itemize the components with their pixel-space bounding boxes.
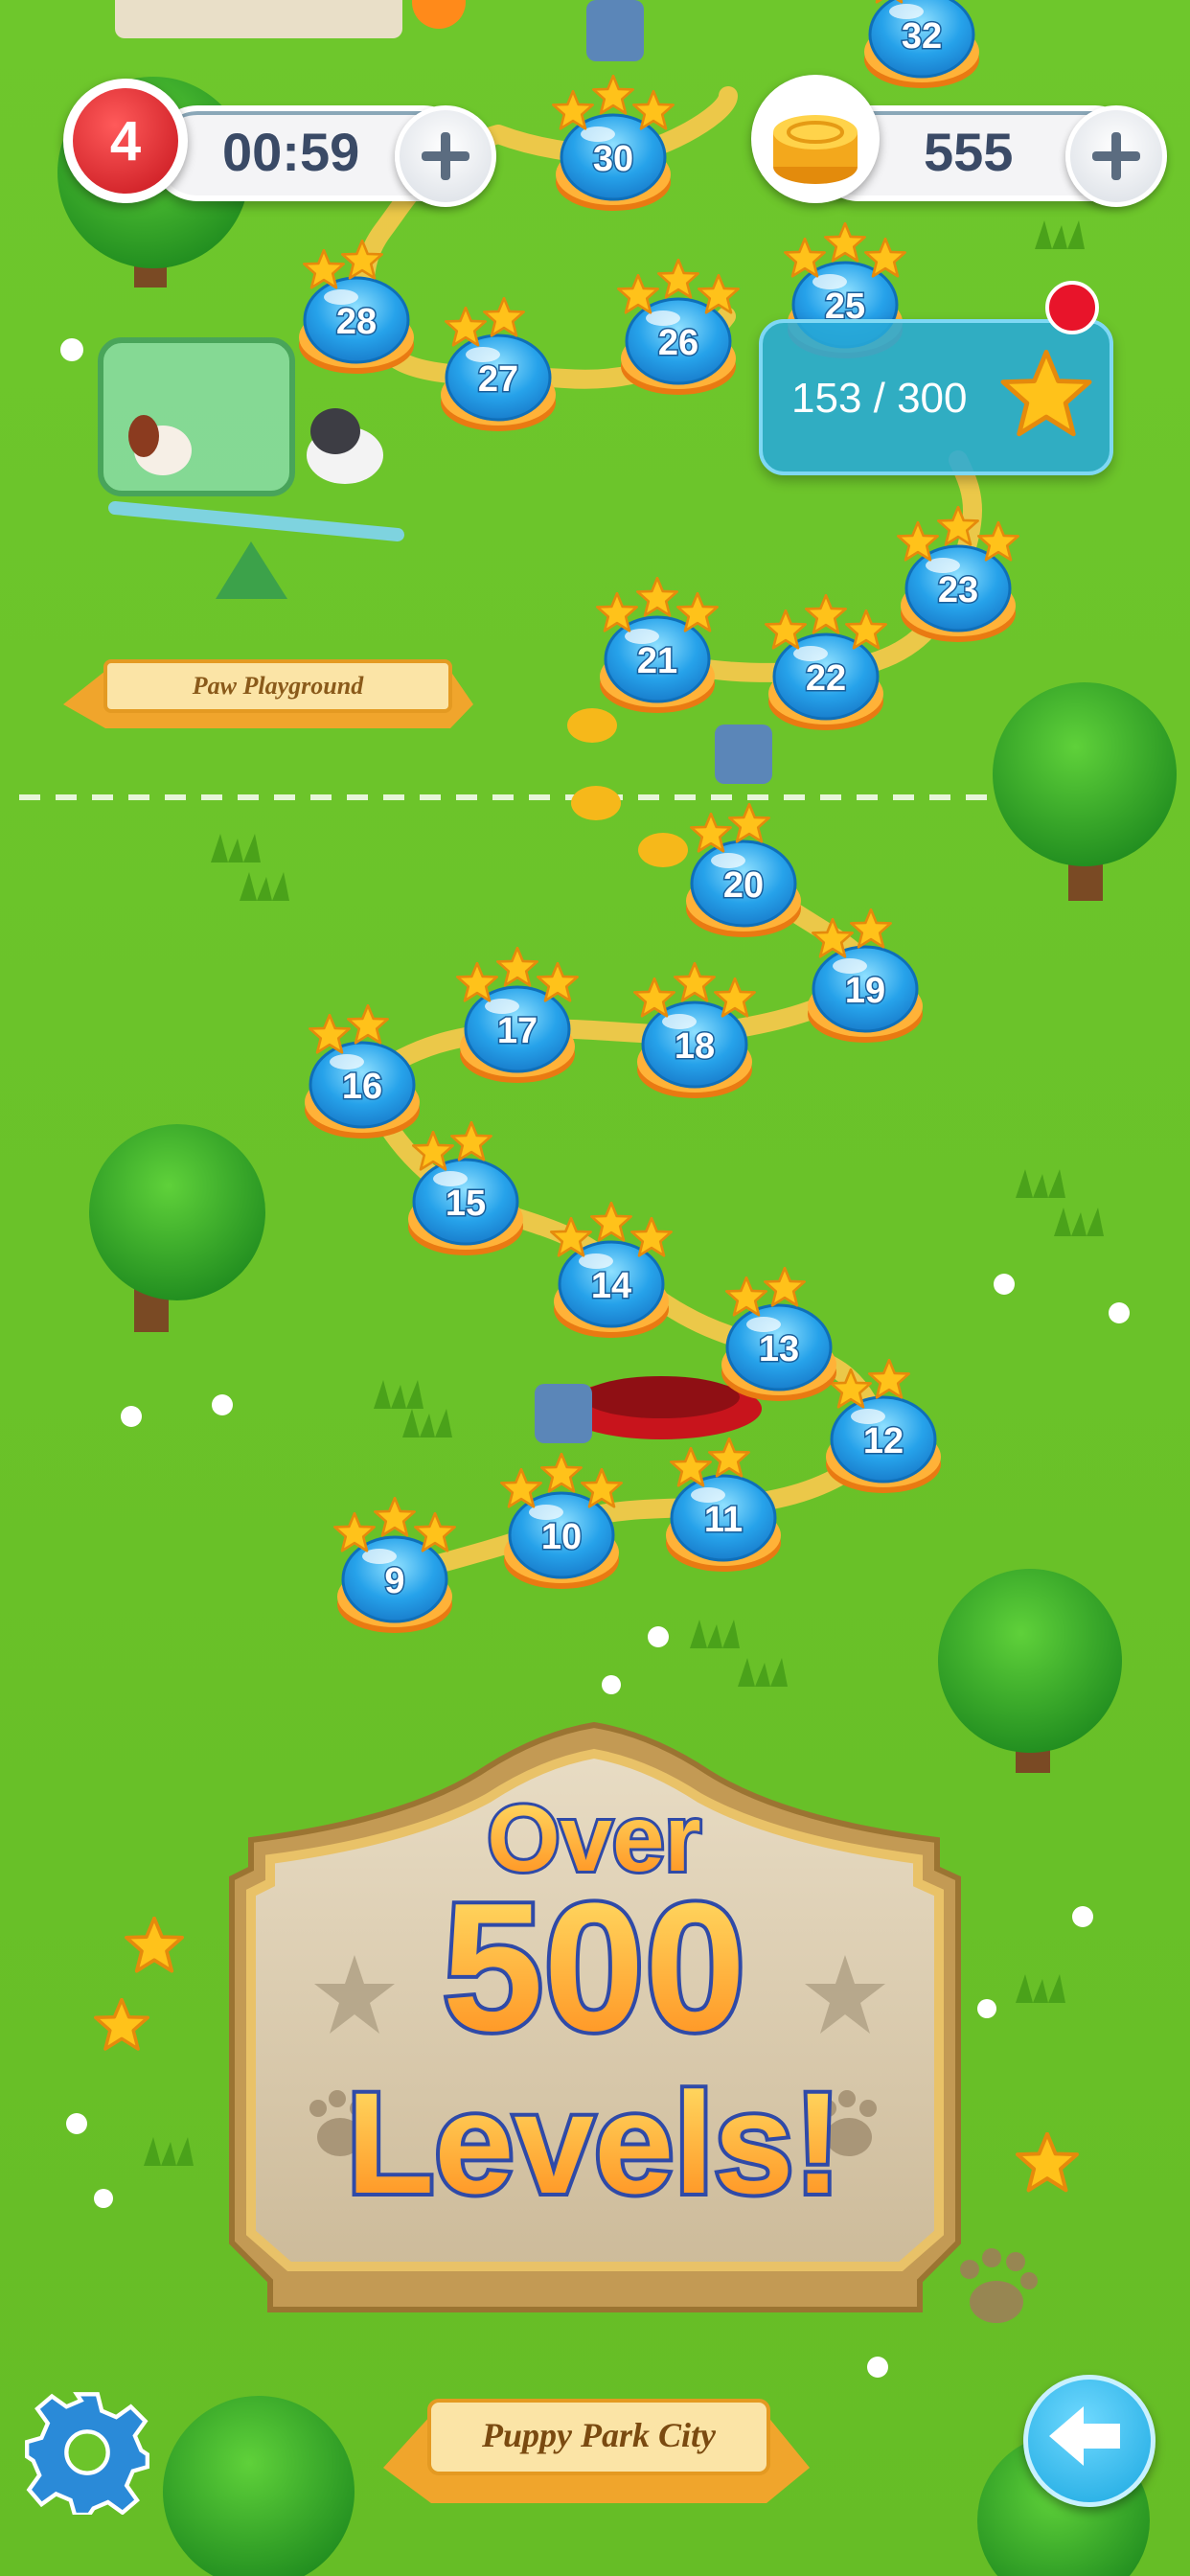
level-node[interactable]: 30 (552, 75, 675, 211)
level-node[interactable]: 14 (550, 1202, 673, 1338)
level-number: 15 (446, 1184, 486, 1224)
level-number: 10 (541, 1517, 582, 1557)
level-number: 30 (593, 139, 633, 179)
level-number: 28 (336, 302, 377, 342)
heart-icon[interactable]: 4 (63, 79, 188, 203)
level-number: 22 (806, 658, 846, 699)
notification-dot (1045, 281, 1099, 334)
coin-count: 555 (924, 122, 1014, 182)
level-node[interactable]: 26 (617, 259, 740, 395)
level-number: 14 (591, 1266, 631, 1306)
level-number: 23 (938, 570, 978, 610)
booster-icon (535, 1384, 592, 1443)
lives-count: 4 (109, 110, 142, 172)
level-node[interactable]: 22 (765, 594, 887, 730)
level-number: 32 (902, 16, 942, 57)
level-node[interactable]: 18 (633, 962, 756, 1098)
gear-icon[interactable] (25, 2390, 149, 2515)
back-arrow-icon (1049, 2406, 1120, 2466)
level-number: 18 (675, 1026, 715, 1067)
level-number: 16 (342, 1067, 382, 1107)
partial-sign (115, 0, 402, 38)
add-coins-button[interactable] (1065, 105, 1167, 207)
area-label-upper: Paw Playground (192, 672, 364, 700)
level-node[interactable]: 32 (864, 0, 979, 88)
star-progress-text: 153 / 300 (791, 375, 968, 422)
area-label-lower: Puppy Park City (481, 2416, 717, 2454)
booster-icon (715, 724, 772, 784)
add-lives-button[interactable] (395, 105, 496, 207)
star-progress-panel[interactable]: 153 / 300 (759, 319, 1113, 475)
level-number: 17 (497, 1011, 538, 1051)
level-number: 26 (658, 323, 698, 363)
lives-timer: 00:59 (222, 122, 360, 182)
level-node[interactable]: 10 (500, 1453, 623, 1589)
level-node[interactable]: 21 (596, 577, 719, 713)
level-number: 20 (723, 865, 764, 906)
level-node[interactable]: 17 (456, 947, 579, 1083)
promo-line-500: 500 (442, 1866, 745, 2069)
level-node[interactable]: 23 (897, 506, 1019, 642)
coin-stack-icon (751, 75, 880, 203)
star-icon (1000, 350, 1092, 437)
level-node[interactable]: 9 (333, 1497, 456, 1633)
back-button[interactable] (1023, 2375, 1156, 2507)
level-number: 11 (704, 1500, 743, 1540)
level-number: 27 (478, 359, 518, 400)
promo-line-levels: Levels! (347, 2062, 842, 2223)
level-number: 12 (863, 1421, 904, 1461)
level-number: 21 (637, 641, 677, 681)
level-number: 19 (845, 971, 885, 1011)
booster-icon (586, 0, 644, 61)
level-number: 13 (759, 1329, 799, 1369)
level-number: 9 (384, 1561, 404, 1601)
